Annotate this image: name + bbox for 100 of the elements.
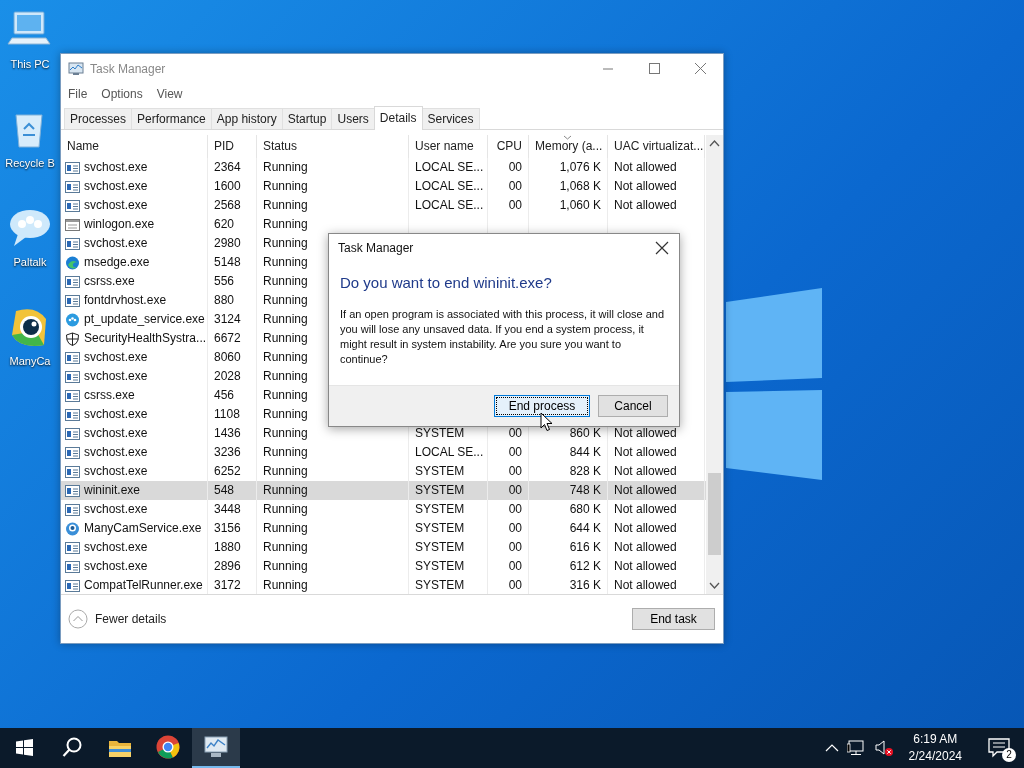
dialog-title: Task Manager [338, 241, 414, 255]
dialog-heading: Do you want to end wininit.exe? [340, 274, 553, 291]
pid-cell: 3236 [214, 445, 241, 459]
status-cell: Running [263, 502, 308, 516]
uac-cell: Not allowed [614, 160, 677, 174]
process-name: winlogon.exe [84, 216, 155, 233]
scrollbar[interactable] [706, 135, 723, 594]
search-icon [62, 737, 82, 757]
process-icon [65, 407, 80, 422]
uac-cell: Not allowed [614, 464, 677, 478]
process-name: msedge.exe [84, 254, 150, 271]
pid-cell: 456 [214, 388, 235, 402]
tab[interactable]: Services [421, 108, 480, 129]
clock[interactable]: 6:19 AM 2/24/2024 [902, 731, 968, 765]
process-name: CompatTelRunner.exe [84, 577, 203, 594]
tab[interactable]: Details [373, 106, 423, 130]
process-icon [65, 369, 80, 384]
menu-item[interactable]: Options [101, 87, 143, 101]
process-icon [65, 274, 80, 289]
status-cell: Running [263, 255, 308, 269]
memory-cell: 828 K [569, 464, 601, 478]
process-icon [65, 445, 80, 460]
process-icon [65, 312, 80, 327]
browser-icon [156, 735, 180, 759]
process-icon [65, 236, 80, 251]
end-task-button[interactable]: End task [632, 608, 715, 630]
cpu-cell: 00 [508, 426, 522, 440]
icon-label[interactable]: Paltalk [13, 256, 47, 268]
icon-label[interactable]: This PC [10, 58, 50, 70]
pid-cell: 6672 [214, 331, 241, 345]
pid-cell: 8060 [214, 350, 241, 364]
user-name-cell: SYSTEM [415, 521, 465, 535]
process-icon [65, 578, 80, 593]
status-cell: Running [263, 578, 308, 592]
column-header[interactable]: PID [208, 135, 257, 158]
process-icon [65, 217, 80, 232]
cpu-cell: 00 [508, 559, 522, 573]
process-name: fontdrvhost.exe [84, 292, 167, 309]
status-cell: Running [263, 312, 308, 326]
tab[interactable]: Processes [64, 108, 133, 129]
menu-item[interactable]: View [156, 87, 183, 101]
selected-row[interactable]: wininit.exe 548 Running SYSTEM 00 748 K Not allowed [61, 481, 706, 500]
taskbar-button[interactable] [192, 728, 240, 768]
pid-cell: 3156 [214, 521, 241, 535]
status-cell: Running [263, 445, 308, 459]
pid-cell: 1880 [214, 540, 241, 554]
dialog-button[interactable]: Cancel [598, 395, 668, 417]
user-name-cell: SYSTEM [415, 502, 465, 516]
pid-cell: 1436 [214, 426, 241, 440]
status-cell: Running [263, 369, 308, 383]
column-header[interactable]: Name [61, 135, 208, 158]
collapse-icon [68, 609, 88, 629]
icon-label[interactable]: Recycle B [5, 157, 55, 169]
scrollbar-thumb[interactable] [708, 473, 721, 555]
user-name-cell: LOCAL SE... [415, 198, 484, 212]
memory-cell: 680 K [569, 502, 601, 516]
uac-cell: Not allowed [614, 502, 677, 516]
pid-cell: 3172 [214, 578, 241, 592]
status-cell: Running [263, 388, 308, 402]
tab[interactable]: App history [210, 108, 283, 129]
notification-icon[interactable] [988, 738, 1010, 758]
cpu-cell: 00 [508, 540, 522, 554]
chevron-up-icon[interactable] [824, 743, 839, 753]
dialog-message: If an open program is associated with this process, it will close and you will lose any unsaved data. If you end a system process, it might result in system instability. Are you sure you want to continue? [340, 307, 666, 367]
process-name: svchost.exe [84, 463, 148, 480]
column-header[interactable]: CPU [488, 135, 529, 158]
process-name: svchost.exe [84, 406, 148, 423]
status-cell: Running [263, 464, 308, 478]
status-cell: Running [263, 540, 308, 554]
status-cell: Running [263, 331, 308, 345]
tab[interactable]: Users [331, 108, 375, 129]
dialog-button[interactable]: End process [494, 395, 590, 417]
window-title: Task Manager [90, 62, 167, 76]
icon-label[interactable]: ManyCa [9, 355, 51, 367]
column-header[interactable]: UAC virtualizat... [608, 135, 705, 158]
process-icon [65, 350, 80, 365]
tab[interactable]: Startup [281, 108, 333, 129]
fewer-details-link[interactable]: Fewer details [68, 609, 167, 629]
pid-cell: 1600 [214, 179, 241, 193]
column-header[interactable]: Memory (a... [529, 135, 608, 158]
process-name: svchost.exe [84, 159, 148, 176]
pid-cell: 2568 [214, 198, 241, 212]
volume-muted-icon[interactable] [874, 739, 895, 757]
process-icon [65, 198, 80, 213]
process-name: pt_update_service.exe [84, 311, 205, 328]
process-icon [65, 293, 80, 308]
tab[interactable]: Performance [131, 108, 212, 129]
pid-cell: 3448 [214, 502, 241, 516]
memory-cell: 748 K [569, 483, 601, 497]
process-icon [65, 179, 80, 194]
task-manager-icon [204, 736, 228, 758]
memory-cell: 844 K [569, 445, 601, 459]
notification-count: 2 [1002, 748, 1016, 762]
column-header[interactable]: Status [257, 135, 409, 158]
column-header[interactable]: User name [409, 135, 488, 158]
status-cell: Running [263, 483, 308, 497]
menu-item[interactable]: File [68, 87, 88, 101]
network-icon[interactable] [846, 740, 867, 756]
close-icon[interactable] [654, 240, 670, 256]
uac-cell: Not allowed [614, 540, 677, 554]
